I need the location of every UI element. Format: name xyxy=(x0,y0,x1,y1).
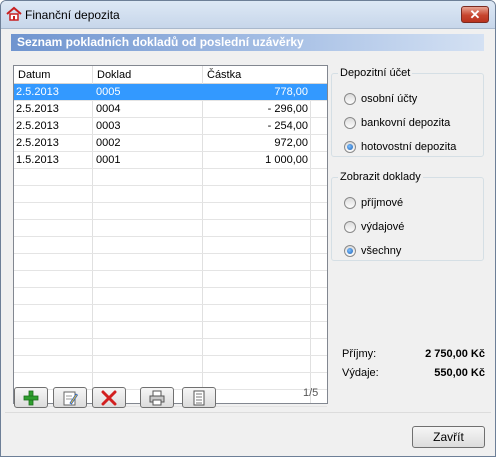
row-amount-cell: 778,00 xyxy=(274,86,308,98)
show-documents-title: Zobrazit doklady xyxy=(338,171,423,183)
window-close-button[interactable]: ✕ xyxy=(461,6,489,23)
show-documents-radio-label: všechny xyxy=(361,245,402,257)
row-date-cell: 2.5.2013 xyxy=(16,103,59,115)
deposit-account-group: Depozitní účet osobní účty bankovní depoz… xyxy=(331,67,484,157)
footer-divider xyxy=(5,412,491,413)
section-header: Seznam pokladních dokladů od poslední uz… xyxy=(11,34,484,51)
row-document-cell: 0003 xyxy=(96,120,121,132)
row-date-cell: 2.5.2013 xyxy=(16,120,59,132)
edit-button[interactable] xyxy=(53,387,87,408)
column-header-amount[interactable]: Částka xyxy=(203,66,327,84)
table-row[interactable] xyxy=(14,254,327,271)
income-value: 2 750,00 Kč xyxy=(425,348,485,360)
row-document-cell: 0002 xyxy=(96,137,121,149)
table-row[interactable] xyxy=(14,322,327,339)
deposit-account-radio-label: bankovní depozita xyxy=(361,117,451,129)
row-document-cell: 0001 xyxy=(96,154,121,166)
table-row[interactable] xyxy=(14,271,327,288)
deposit-account-radio-label: hotovostní depozita xyxy=(361,141,457,153)
add-button[interactable] xyxy=(14,387,48,408)
column-header-date[interactable]: Datum xyxy=(14,66,93,84)
row-document-cell: 0005 xyxy=(96,86,121,98)
print-button[interactable] xyxy=(140,387,174,408)
app-house-icon xyxy=(6,6,22,21)
table-row[interactable] xyxy=(14,288,327,305)
page-indicator: 1/5 xyxy=(303,387,319,399)
row-amount-cell: 972,00 xyxy=(274,137,308,149)
row-amount-cell: - 296,00 xyxy=(267,103,308,115)
close-button[interactable]: Zavřít xyxy=(412,426,485,448)
expense-value: 550,00 Kč xyxy=(434,367,485,379)
table-row[interactable] xyxy=(14,203,327,220)
list-icon xyxy=(193,390,205,406)
add-icon xyxy=(23,390,39,406)
table-row[interactable]: 1.5.2013 0001 1 000,00 xyxy=(14,152,327,169)
table-row[interactable]: 2.5.2013 0004 - 296,00 xyxy=(14,101,327,118)
table-row[interactable] xyxy=(14,305,327,322)
title-bar: Finanční depozita ✕ xyxy=(1,1,495,29)
radio-button-icon[interactable] xyxy=(344,141,356,153)
print-icon xyxy=(149,390,165,406)
income-label: Příjmy: xyxy=(342,348,377,360)
dialog-client: Seznam pokladních dokladů od poslední uz… xyxy=(5,30,491,453)
table-row[interactable]: 2.5.2013 0003 - 254,00 xyxy=(14,118,327,135)
table-row[interactable] xyxy=(14,220,327,237)
show-documents-radio-label: výdajové xyxy=(361,221,405,233)
dialog-window: Finanční depozita ✕ Seznam pokladních do… xyxy=(0,0,496,457)
radio-button-icon[interactable] xyxy=(344,221,356,233)
table-row[interactable] xyxy=(14,186,327,203)
edit-icon xyxy=(63,391,78,406)
grid-header: Datum Doklad Částka xyxy=(14,66,327,84)
row-amount-cell: - 254,00 xyxy=(267,120,308,132)
table-row[interactable]: 2.5.2013 0002 972,00 xyxy=(14,135,327,152)
row-date-cell: 1.5.2013 xyxy=(16,154,59,166)
table-row[interactable] xyxy=(14,356,327,373)
row-date-cell: 2.5.2013 xyxy=(16,137,59,149)
documents-grid[interactable]: Datum Doklad Částka 2.5.2013 0005 778,00 2.… xyxy=(13,65,328,407)
row-date-cell: 2.5.2013 xyxy=(16,86,59,98)
radio-button-icon[interactable] xyxy=(344,197,356,209)
show-documents-radio-label: příjmové xyxy=(361,197,404,209)
column-header-document[interactable]: Doklad xyxy=(93,66,203,84)
radio-button-icon[interactable] xyxy=(344,245,356,257)
radio-button-icon[interactable] xyxy=(344,93,356,105)
delete-icon xyxy=(101,390,117,406)
deposit-account-radio-label: osobní účty xyxy=(361,93,418,105)
table-row[interactable] xyxy=(14,237,327,254)
delete-button[interactable] xyxy=(92,387,126,408)
table-row[interactable] xyxy=(14,169,327,186)
row-amount-cell: 1 000,00 xyxy=(265,154,308,166)
list-button[interactable] xyxy=(182,387,216,408)
deposit-account-title: Depozitní účet xyxy=(338,67,413,79)
radio-button-icon[interactable] xyxy=(344,117,356,129)
table-row[interactable]: 2.5.2013 0005 778,00 xyxy=(14,84,327,101)
expense-label: Výdaje: xyxy=(342,367,379,379)
row-document-cell: 0004 xyxy=(96,103,121,115)
window-title: Finanční depozita xyxy=(25,8,120,22)
table-row[interactable] xyxy=(14,339,327,356)
show-documents-group: Zobrazit doklady příjmové výdajové všechny xyxy=(331,171,484,261)
